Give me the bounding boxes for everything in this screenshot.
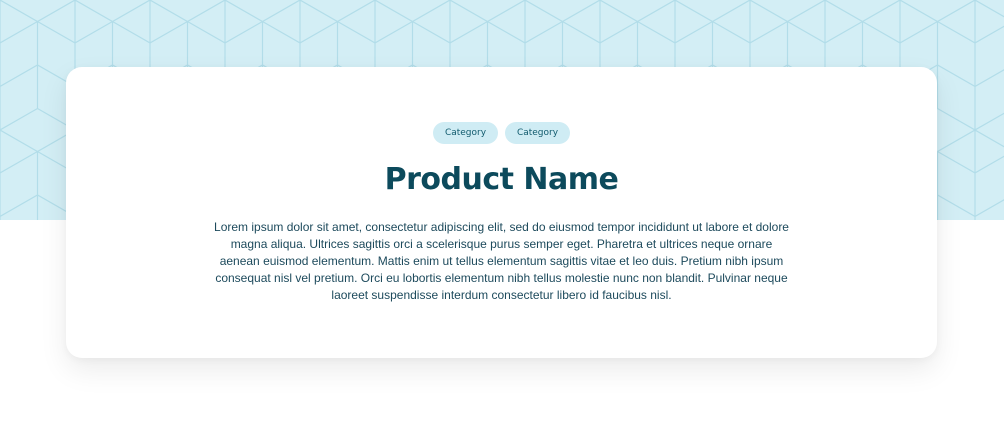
category-badges: Category Category — [66, 122, 937, 144]
product-title: Product Name — [384, 162, 619, 197]
product-card: Category Category Product Name Lorem ips… — [66, 67, 937, 358]
category-badge[interactable]: Category — [433, 122, 498, 144]
product-description: Lorem ipsum dolor sit amet, consectetur … — [214, 220, 789, 302]
category-badge[interactable]: Category — [505, 122, 570, 144]
